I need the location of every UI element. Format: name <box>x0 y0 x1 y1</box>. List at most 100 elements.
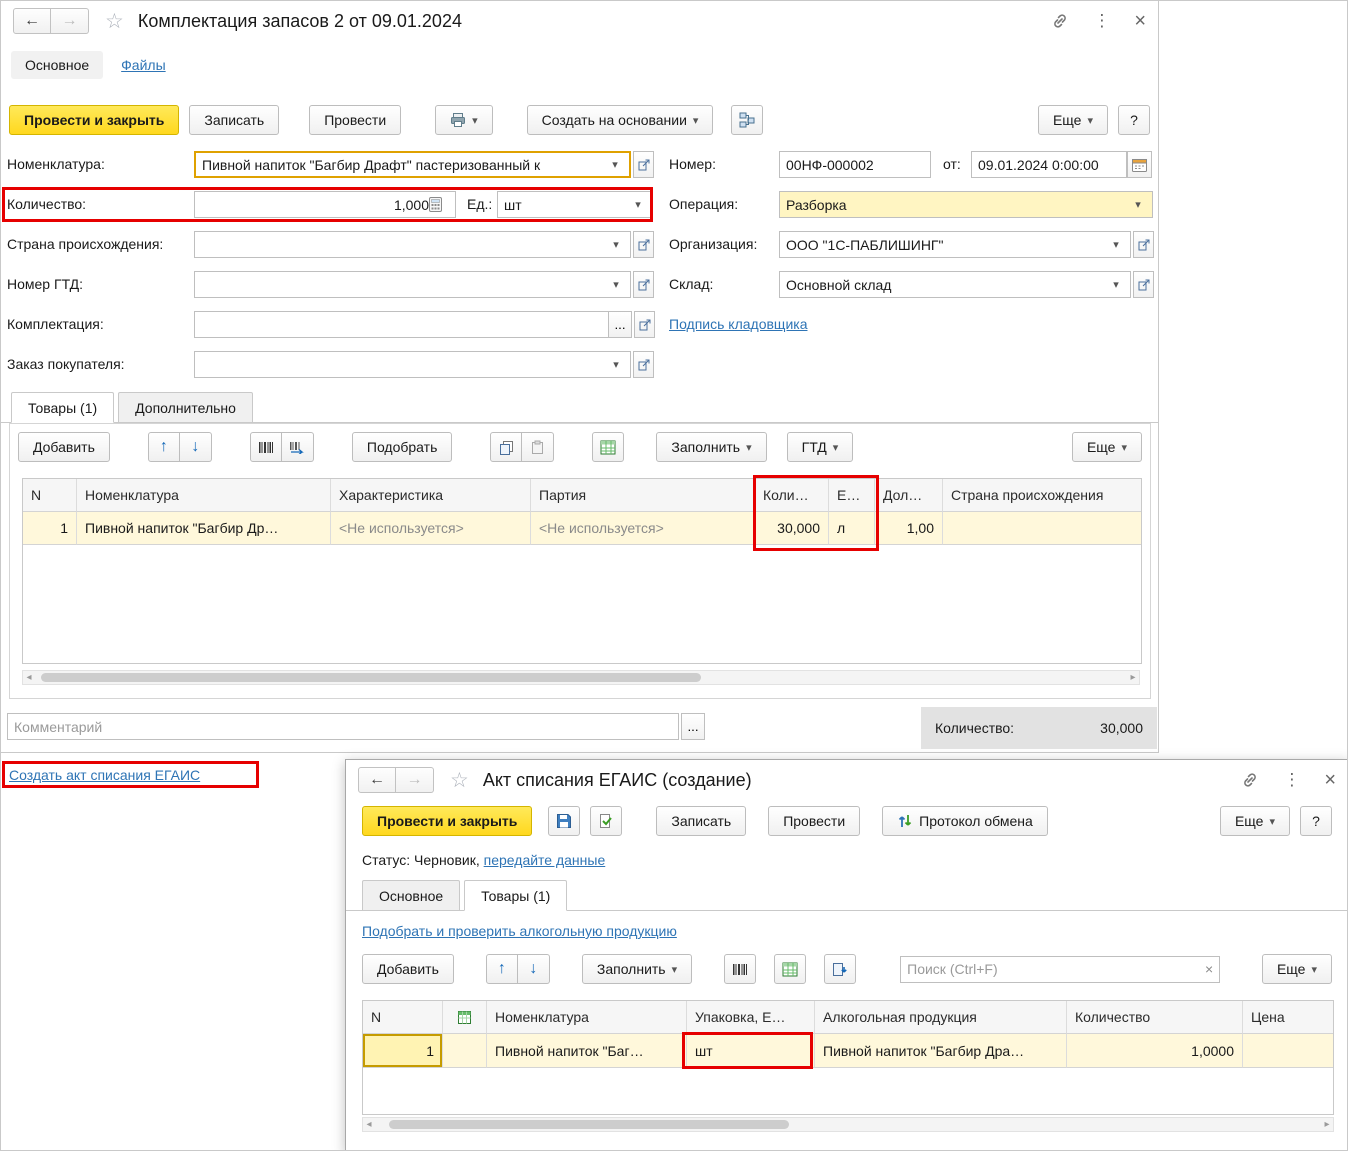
cell-nomenclature[interactable]: Пивной напиток "Багбир Др… <box>77 512 331 545</box>
copy-rows-button[interactable] <box>490 432 523 462</box>
comment-choose-button[interactable]: ... <box>681 713 705 740</box>
barcode-button[interactable] <box>249 432 282 462</box>
move-down-button[interactable]: ↓ <box>517 954 550 984</box>
col-header-alcohol[interactable]: Алкогольная продукция <box>815 1001 1067 1034</box>
add-row-button[interactable]: Добавить <box>18 432 110 462</box>
chevron-down-icon[interactable]: ▾ <box>1130 198 1146 211</box>
send-data-link[interactable]: передайте данные <box>484 852 606 868</box>
pick-button[interactable]: Подобрать <box>351 432 453 462</box>
fill-button[interactable]: Заполнить ▾ <box>656 432 767 462</box>
exchange-protocol-button[interactable]: Протокол обмена <box>882 806 1048 836</box>
spreadsheet-button[interactable] <box>592 432 625 462</box>
pick-and-check-link[interactable]: Подобрать и проверить алкогольную продук… <box>362 923 677 939</box>
post-document-button[interactable] <box>590 806 623 836</box>
nomenclature-open-button[interactable] <box>633 151 654 178</box>
warehouse-field[interactable]: Основной склад ▾ <box>779 271 1131 298</box>
organization-field[interactable]: ООО "1С-ПАБЛИШИНГ" ▾ <box>779 231 1131 258</box>
chevron-down-icon[interactable]: ▾ <box>608 238 624 251</box>
scrollbar-thumb[interactable] <box>389 1120 789 1129</box>
get-link-icon[interactable] <box>1241 771 1259 789</box>
write-button[interactable]: Записать <box>189 105 280 135</box>
scroll-right-icon[interactable]: ▸ <box>1321 1118 1333 1131</box>
tab-goods[interactable]: Товары (1) <box>464 880 568 911</box>
cell-unit[interactable]: л <box>829 512 875 545</box>
post-and-close-button[interactable]: Провести и закрыть <box>362 806 533 836</box>
kit-choose-button[interactable]: ... <box>608 311 632 338</box>
comment-input[interactable] <box>7 713 679 740</box>
more-button[interactable]: Еще ▾ <box>1037 105 1108 135</box>
customer-order-open-button[interactable] <box>633 351 654 378</box>
gtd-field[interactable]: ▾ <box>194 271 631 298</box>
customer-order-field[interactable]: ▾ <box>194 351 631 378</box>
paste-rows-button[interactable] <box>522 432 555 462</box>
load-data-button[interactable] <box>824 954 857 984</box>
print-button[interactable]: ▾ <box>435 105 493 135</box>
forward-button[interactable]: → <box>51 8 89 34</box>
favorite-star-icon[interactable]: ☆ <box>450 768 469 793</box>
write-button[interactable]: Записать <box>656 806 747 836</box>
table-row[interactable]: 1 Пивной напиток "Баг… шт Пивной напиток… <box>363 1034 1333 1068</box>
scroll-left-icon[interactable]: ◂ <box>363 1118 375 1131</box>
favorite-star-icon[interactable]: ☆ <box>105 9 124 34</box>
quantity-field[interactable]: 1,000 <box>194 191 456 218</box>
calendar-button[interactable] <box>1127 151 1152 178</box>
col-header-country[interactable]: Страна происхождения <box>943 479 1141 512</box>
post-button[interactable]: Провести <box>768 806 861 836</box>
forward-button[interactable]: → <box>396 767 434 793</box>
warehouse-open-button[interactable] <box>1133 271 1154 298</box>
back-button[interactable]: ← <box>358 767 396 793</box>
close-icon[interactable]: × <box>1324 769 1336 792</box>
gtd-menu-button[interactable]: ГТД ▾ <box>786 432 854 462</box>
col-header-egais-mark[interactable] <box>443 1001 487 1034</box>
fill-button[interactable]: Заполнить ▾ <box>581 954 693 984</box>
back-button[interactable]: ← <box>13 8 51 34</box>
move-down-button[interactable]: ↓ <box>179 432 212 462</box>
get-link-icon[interactable] <box>1051 12 1069 30</box>
spreadsheet-button[interactable] <box>774 954 807 984</box>
cell-egais-mark[interactable] <box>443 1034 487 1068</box>
tab-additional[interactable]: Дополнительно <box>118 392 253 423</box>
post-and-close-button[interactable]: Провести и закрыть <box>9 105 180 135</box>
barcode-button[interactable] <box>724 954 757 984</box>
tab-goods[interactable]: Товары (1) <box>11 392 115 423</box>
help-button[interactable]: ? <box>1118 105 1150 135</box>
col-header-share[interactable]: Дол… <box>875 479 943 512</box>
col-header-unit[interactable]: Е… <box>829 479 875 512</box>
country-field[interactable]: ▾ <box>194 231 631 258</box>
save-button[interactable] <box>548 806 581 836</box>
kit-field[interactable] <box>194 311 609 338</box>
calculator-icon[interactable] <box>429 197 449 212</box>
cell-n[interactable]: 1 <box>363 1034 443 1068</box>
cell-nomenclature[interactable]: Пивной напиток "Баг… <box>487 1034 687 1068</box>
structure-report-button[interactable] <box>731 105 764 135</box>
create-based-on-button[interactable]: Создать на основании ▾ <box>526 105 714 135</box>
country-open-button[interactable] <box>633 231 654 258</box>
nav-tab-files[interactable]: Файлы <box>121 57 165 73</box>
cell-country[interactable] <box>943 512 1141 545</box>
col-header-batch[interactable]: Партия <box>531 479 755 512</box>
search-clear-icon[interactable]: × <box>1205 961 1213 977</box>
col-header-package[interactable]: Упаковка, Е… <box>687 1001 815 1034</box>
post-button[interactable]: Провести <box>309 105 402 135</box>
add-row-button[interactable]: Добавить <box>362 954 454 984</box>
scroll-right-icon[interactable]: ▸ <box>1127 671 1139 684</box>
cell-price[interactable] <box>1243 1034 1333 1068</box>
cell-share[interactable]: 1,00 <box>875 512 943 545</box>
items-hscrollbar[interactable]: ◂ ▸ <box>22 670 1140 685</box>
create-egais-act-link[interactable]: Создать акт списания ЕГАИС <box>9 767 200 783</box>
kit-open-button[interactable] <box>634 311 655 338</box>
nav-tab-main[interactable]: Основное <box>11 51 104 79</box>
barcode-scanner-button[interactable] <box>281 432 314 462</box>
egais-hscrollbar[interactable]: ◂ ▸ <box>362 1117 1334 1132</box>
chevron-down-icon[interactable]: ▾ <box>630 198 646 211</box>
chevron-down-icon[interactable]: ▾ <box>607 158 623 171</box>
chevron-down-icon[interactable]: ▾ <box>1108 278 1124 291</box>
col-header-price[interactable]: Цена <box>1243 1001 1333 1034</box>
cell-alcohol[interactable]: Пивной напиток "Багбир Дра… <box>815 1034 1067 1068</box>
col-header-n[interactable]: N <box>23 479 77 512</box>
help-button[interactable]: ? <box>1300 806 1332 836</box>
table-row[interactable]: 1 Пивной напиток "Багбир Др… <Не использ… <box>23 512 1141 545</box>
col-header-quantity[interactable]: Коли… <box>755 479 829 512</box>
more-button[interactable]: Еще ▾ <box>1219 806 1290 836</box>
cell-quantity[interactable]: 1,0000 <box>1067 1034 1243 1068</box>
